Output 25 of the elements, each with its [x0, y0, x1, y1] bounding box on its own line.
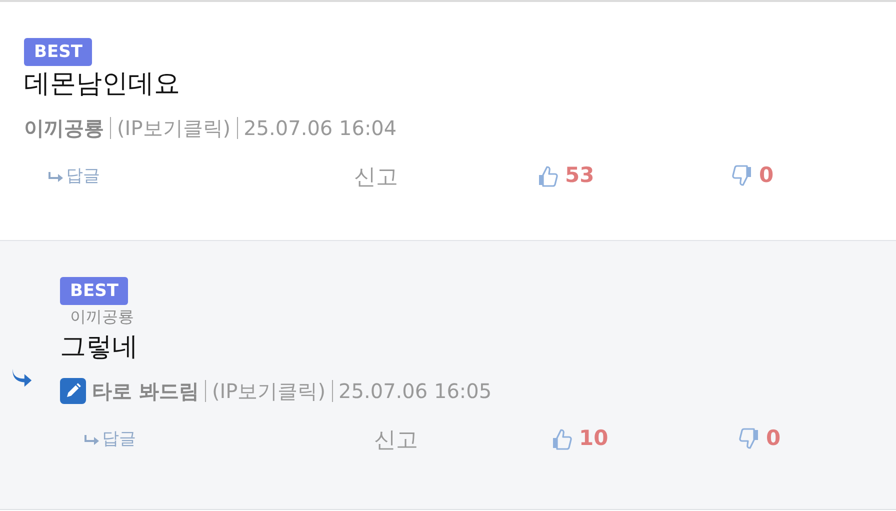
ip-link[interactable]: (IP보기클릭) — [212, 377, 326, 405]
comment-date: 25.07.06 16:05 — [338, 378, 492, 405]
dislike-button[interactable]: 0 — [738, 423, 781, 455]
thumbs-down-icon — [738, 428, 760, 450]
reply-to-author: 이끼공룡 — [69, 307, 134, 326]
comment-date: 25.07.06 16:04 — [244, 115, 397, 142]
comment-text: 데몬남인데요 — [24, 69, 180, 99]
author-name[interactable]: 이끼공룡 — [24, 114, 104, 142]
author-name[interactable]: 타로 봐드림 — [92, 377, 199, 405]
report-button[interactable]: 신고 — [354, 164, 398, 190]
reply-arrow-icon — [84, 434, 100, 446]
reply-link[interactable]: 답글 — [84, 427, 136, 453]
report-button[interactable]: 신고 — [374, 428, 418, 452]
comment-text: 그렇네 — [60, 332, 138, 362]
like-button[interactable]: 10 — [551, 423, 608, 455]
best-badge: BEST — [60, 277, 128, 305]
like-button[interactable]: 53 — [537, 160, 594, 192]
thumbs-up-icon — [537, 164, 559, 187]
dislike-button[interactable]: 0 — [731, 160, 774, 192]
thumbs-up-icon — [551, 428, 573, 450]
ip-link[interactable]: (IP보기클릭) — [117, 114, 231, 142]
best-badge: BEST — [24, 38, 92, 66]
thumbs-down-icon — [731, 164, 753, 187]
reply-link[interactable]: 답글 — [48, 164, 100, 190]
reply-arrow-icon — [48, 170, 64, 183]
